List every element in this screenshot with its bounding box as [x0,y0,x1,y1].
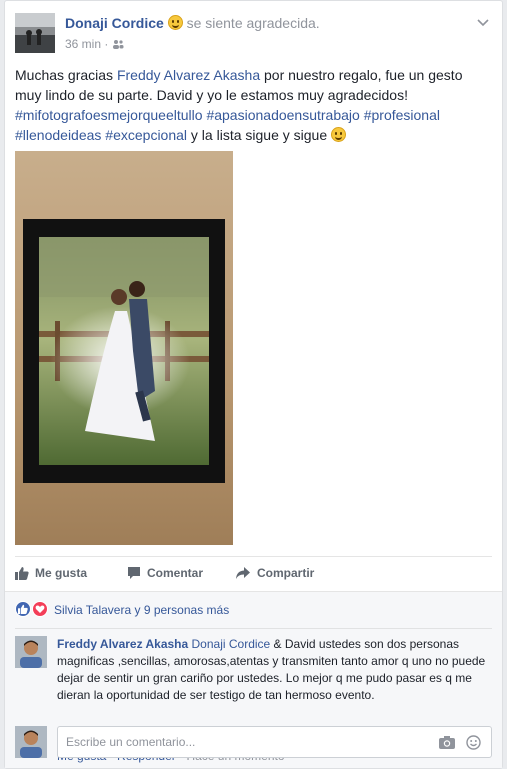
author-avatar[interactable] [15,13,55,53]
hashtag-link[interactable]: #mifotografoesmejorqueeltullo [15,107,203,123]
author-name[interactable]: Donaji Cordice [65,15,164,31]
post-time[interactable]: 36 min [65,37,101,51]
comment-mention-link[interactable]: Donaji Cordice [192,637,271,651]
current-user-avatar [15,726,47,758]
post-text-end: y la lista sigue y sigue [187,127,331,143]
like-label: Me gusta [35,566,88,580]
hashtag-link[interactable]: #apasionadoensutrabajo [206,107,359,123]
share-icon [236,567,250,579]
reactions-text[interactable]: Silvia Talavera y 9 personas más [54,603,229,617]
comment-button[interactable]: Comentar [127,566,203,580]
thumbs-up-icon [15,567,29,580]
comment-input[interactable] [66,733,426,751]
comment-author[interactable]: Freddy Alvarez Akasha [57,637,188,651]
tagged-person-link[interactable]: Freddy Alvarez Akasha [117,67,260,83]
author-line: Donaji Cordice se siente agradecida. [65,15,320,31]
post-card: Donaji Cordice se siente agradecida. 36 … [4,0,503,769]
share-label: Compartir [257,566,315,580]
divider [15,628,492,629]
post-text: Muchas gracias Freddy Alvarez Akasha por… [15,65,490,145]
comment-label: Comentar [147,566,204,580]
post-header: Donaji Cordice se siente agradecida. 36 … [15,13,492,53]
comment-composer [15,726,492,758]
post-text-start: Muchas gracias [15,67,117,83]
post-meta: 36 min · [65,37,124,51]
hashtag-link[interactable]: #profesional [364,107,440,123]
feeling-text: se siente agradecida. [186,15,320,31]
separator: · [104,37,112,51]
comment-input-box [57,726,492,758]
hashtag-link[interactable]: #llenodeideas [15,127,101,143]
share-button[interactable]: Compartir [235,566,314,580]
like-reaction-icon [15,601,31,617]
like-button[interactable]: Me gusta [15,566,87,580]
comments-section: Silvia Talavera y 9 personas más Freddy … [5,591,502,768]
comment-body: Freddy Alvarez Akasha Donaji Cordice & D… [57,636,497,704]
love-reaction-icon [32,601,48,617]
comment-icon [128,567,140,579]
smile-emoji-icon [331,127,346,142]
happy-emoji-icon [167,15,183,30]
post-actions: Me gusta Comentar Compartir [15,556,492,590]
friends-icon[interactable] [112,39,124,49]
camera-icon[interactable] [439,735,455,749]
emoji-picker-icon[interactable] [466,735,481,750]
hashtag-link[interactable]: #excepcional [105,127,187,143]
post-photo[interactable] [15,151,233,545]
reactions-summary[interactable]: Silvia Talavera y 9 personas más [15,600,492,624]
commenter-avatar[interactable] [15,636,47,668]
chevron-down-icon[interactable] [476,15,490,29]
